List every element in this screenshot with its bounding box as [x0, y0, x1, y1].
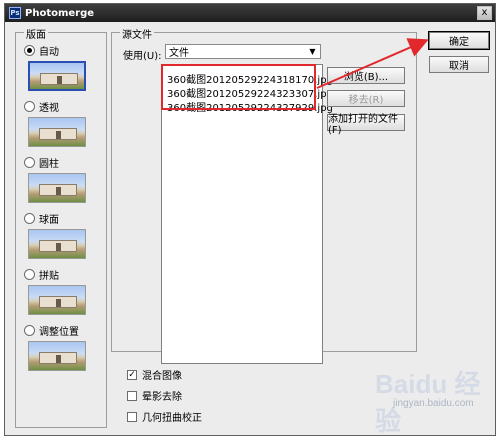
photoshop-icon: Ps: [9, 7, 21, 19]
radio-collage[interactable]: [24, 269, 35, 280]
layout-option-label: 拼贴: [39, 271, 59, 282]
chevron-down-icon: ▼: [309, 47, 316, 56]
window-title: Photomerge: [25, 7, 95, 19]
blend-images-checkbox[interactable]: ✓: [127, 369, 137, 380]
radio-cylindrical[interactable]: [24, 157, 35, 168]
layout-option-label: 调整位置: [39, 327, 79, 338]
layout-option-perspective[interactable]: 透视: [24, 99, 59, 114]
close-button[interactable]: x: [477, 6, 492, 20]
remove-button[interactable]: 移去(R): [327, 90, 405, 107]
radio-auto[interactable]: [24, 45, 35, 56]
photomerge-dialog: Ps Photomerge x 版面 自动 透视 圆柱 球面 拼贴 调整位置 源…: [4, 3, 496, 436]
watermark-url: jingyan.baidu.com: [393, 398, 474, 409]
browse-button[interactable]: 浏览(B)...: [327, 67, 405, 84]
file-list[interactable]: 360截图20120529224318170.jpg 360截图20120529…: [161, 64, 333, 364]
radio-spherical[interactable]: [24, 213, 35, 224]
radio-reposition[interactable]: [24, 325, 35, 336]
layout-option-collage[interactable]: 拼贴: [24, 267, 59, 282]
cylindrical-preview-thumbnail: [28, 173, 86, 203]
file-list-item[interactable]: 360截图20120529224323307.jpg: [167, 85, 333, 100]
vignette-removal-checkbox[interactable]: [127, 390, 137, 401]
layout-option-reposition[interactable]: 调整位置: [24, 323, 79, 338]
radio-perspective[interactable]: [24, 101, 35, 112]
distortion-correction-checkbox[interactable]: [127, 411, 137, 422]
vignette-removal-option[interactable]: 晕影去除: [127, 388, 182, 403]
cancel-button[interactable]: 取消: [429, 56, 489, 73]
layout-option-cylindrical[interactable]: 圆柱: [24, 155, 59, 170]
layout-option-label: 圆柱: [39, 159, 59, 170]
layout-option-label: 透视: [39, 103, 59, 114]
baidu-watermark: Baidu 经验 jingyan.baidu.com: [375, 364, 495, 436]
ok-button[interactable]: 确定: [428, 31, 490, 50]
file-list-item[interactable]: 360截图20120529224318170.jpg: [167, 71, 333, 86]
distortion-correction-option[interactable]: 几何扭曲校正: [127, 409, 202, 424]
auto-preview-thumbnail: [28, 61, 86, 91]
layout-option-auto[interactable]: 自动: [24, 43, 59, 58]
reposition-preview-thumbnail: [28, 341, 86, 371]
collage-preview-thumbnail: [28, 285, 86, 315]
blend-images-option[interactable]: ✓ 混合图像: [127, 367, 182, 382]
layout-option-spherical[interactable]: 球面: [24, 211, 59, 226]
add-open-files-button[interactable]: 添加打开的文件(F): [327, 114, 405, 136]
perspective-preview-thumbnail: [28, 117, 86, 147]
layout-option-label: 自动: [39, 47, 59, 58]
use-dropdown-value: 文件: [169, 48, 189, 59]
source-files-title: 源文件: [120, 26, 154, 41]
layout-option-label: 球面: [39, 215, 59, 226]
layout-panel-title: 版面: [24, 26, 48, 41]
layout-panel: 版面 自动 透视 圆柱 球面 拼贴 调整位置: [15, 26, 107, 428]
vignette-removal-label: 晕影去除: [142, 392, 182, 403]
file-list-item[interactable]: 360截图20120529224327929.jpg: [167, 99, 333, 114]
use-dropdown[interactable]: 文件 ▼: [165, 44, 321, 59]
use-label: 使用(U):: [123, 51, 162, 62]
spherical-preview-thumbnail: [28, 229, 86, 259]
distortion-correction-label: 几何扭曲校正: [142, 413, 202, 424]
blend-images-label: 混合图像: [142, 371, 182, 382]
title-bar: Ps Photomerge x: [5, 4, 495, 22]
